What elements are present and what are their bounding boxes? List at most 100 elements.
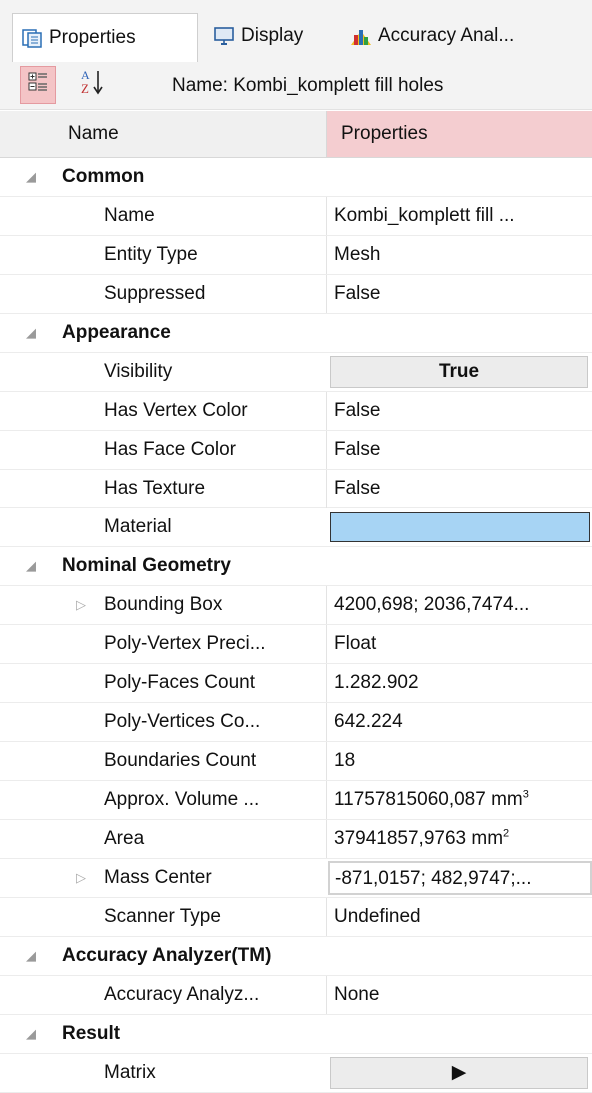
- property-name: Visibility: [104, 360, 173, 382]
- header-name[interactable]: Name: [68, 111, 119, 157]
- property-value[interactable]: Undefined: [326, 897, 592, 936]
- grid-header: Name Properties: [0, 111, 592, 158]
- property-name: Poly-Vertex Preci...: [104, 633, 266, 655]
- categorized-view-button[interactable]: [20, 66, 56, 104]
- selected-entity-name: Name: Kombi_komplett fill holes: [172, 75, 444, 96]
- tab-properties[interactable]: Properties: [12, 13, 198, 62]
- category-label: Common: [62, 166, 145, 187]
- property-name: Approx. Volume ...: [104, 789, 260, 810]
- tab-display[interactable]: Display: [205, 13, 311, 58]
- toolbar: AZ Name: Kombi_komplett fill holes: [0, 62, 592, 110]
- property-name: Has Vertex Color: [104, 399, 248, 421]
- property-name: Scanner Type: [104, 905, 221, 927]
- property-value[interactable]: 37941857,9763 mm2: [326, 819, 592, 858]
- svg-text:A: A: [81, 68, 90, 82]
- category-appearance[interactable]: ◢ Appearance: [0, 314, 592, 353]
- collapse-icon[interactable]: ◢: [26, 158, 36, 196]
- category-common[interactable]: ◢ Common: [0, 158, 592, 197]
- property-row-scanner-type[interactable]: Scanner Type Undefined: [0, 897, 592, 937]
- property-name: Poly-Faces Count: [104, 672, 256, 694]
- property-value[interactable]: False: [326, 274, 592, 313]
- property-name: Matrix: [104, 1061, 156, 1083]
- property-row-has-face-color[interactable]: Has Face Color False: [0, 430, 592, 470]
- property-name: Has Texture: [104, 477, 206, 499]
- property-name: Area: [104, 827, 145, 849]
- bar-chart-icon: [350, 25, 372, 47]
- property-value[interactable]: 11757815060,087 mm3: [326, 781, 592, 819]
- property-row-entity-type[interactable]: Entity Type Mesh: [0, 235, 592, 275]
- property-row-accuracy-analyzer[interactable]: Accuracy Analyz... None: [0, 975, 592, 1015]
- unit-exponent: 3: [522, 788, 529, 801]
- property-row-poly-vertices-count[interactable]: Poly-Vertices Co... 642.224: [0, 703, 592, 743]
- volume-value: 11757815060,087 mm: [334, 789, 523, 810]
- property-row-area[interactable]: Area 37941857,9763 mm2: [0, 819, 592, 859]
- tab-properties-label: Properties: [49, 27, 136, 48]
- property-row-poly-faces-count[interactable]: Poly-Faces Count 1.282.902: [0, 664, 592, 704]
- property-row-bounding-box[interactable]: ▷ Bounding Box 4200,698; 2036,7474...: [0, 586, 592, 626]
- property-value[interactable]: Float: [326, 625, 592, 664]
- sort-alphabetical-button[interactable]: AZ: [74, 66, 110, 104]
- property-row-poly-vertex-precision[interactable]: Poly-Vertex Preci... Float: [0, 625, 592, 665]
- tab-accuracy-analyzer-label: Accuracy Anal...: [378, 24, 515, 46]
- matrix-play-button[interactable]: ▶: [330, 1056, 588, 1089]
- sort-az-icon: AZ: [79, 67, 105, 103]
- property-row-visibility[interactable]: Visibility True: [0, 353, 592, 392]
- collapse-icon[interactable]: ◢: [26, 937, 36, 975]
- property-row-material[interactable]: Material: [0, 508, 592, 548]
- tab-display-label: Display: [241, 24, 304, 46]
- property-value[interactable]: 642.224: [326, 703, 592, 742]
- property-value[interactable]: False: [326, 391, 592, 430]
- panel-tab-bar: Properties Display Accuracy Anal...: [0, 0, 592, 62]
- monitor-icon: [213, 25, 235, 47]
- property-row-mass-center[interactable]: ▷ Mass Center -871,0157; 482,9747;...: [0, 859, 592, 898]
- header-properties[interactable]: Properties: [326, 111, 592, 157]
- property-value[interactable]: False: [326, 430, 592, 469]
- material-color-swatch[interactable]: [330, 512, 590, 543]
- property-value[interactable]: 4200,698; 2036,7474...: [326, 586, 592, 625]
- svg-text:Z: Z: [81, 81, 89, 96]
- category-label: Result: [62, 1022, 121, 1044]
- property-row-matrix[interactable]: Matrix ▶: [0, 1054, 592, 1093]
- unit-exponent: 2: [503, 827, 510, 840]
- property-name: Name: [104, 204, 155, 226]
- category-accuracy-analyzer[interactable]: ◢ Accuracy Analyzer(TM): [0, 937, 592, 976]
- expand-icon[interactable]: ▷: [76, 859, 86, 897]
- property-row-has-texture[interactable]: Has Texture False: [0, 469, 592, 509]
- category-result[interactable]: ◢ Result: [0, 1015, 592, 1054]
- property-value[interactable]: Kombi_komplett fill ...: [326, 196, 592, 235]
- property-name: Boundaries Count: [104, 750, 257, 772]
- collapse-icon[interactable]: ◢: [26, 1015, 36, 1053]
- expand-icon[interactable]: ▷: [76, 586, 86, 624]
- category-label: Appearance: [62, 321, 171, 343]
- property-name: Has Face Color: [104, 438, 236, 460]
- property-name: Material: [104, 516, 172, 538]
- property-name: Entity Type: [104, 243, 198, 265]
- property-row-suppressed[interactable]: Suppressed False: [0, 274, 592, 314]
- property-name: Suppressed: [104, 282, 206, 304]
- category-label: Accuracy Analyzer(TM): [62, 944, 272, 966]
- category-label: Nominal Geometry: [62, 555, 231, 577]
- property-row-approx-volume[interactable]: Approx. Volume ... 11757815060,087 mm3: [0, 781, 592, 820]
- property-value-selected[interactable]: -871,0157; 482,9747;...: [328, 860, 592, 895]
- property-row-has-vertex-color[interactable]: Has Vertex Color False: [0, 391, 592, 431]
- property-value[interactable]: 18: [326, 742, 592, 781]
- categorized-view-icon: [27, 71, 49, 99]
- property-grid: ◢ Common Name Kombi_komplett fill ... En…: [0, 158, 592, 1093]
- property-name: Accuracy Analyz...: [104, 983, 260, 1005]
- properties-icon: [21, 27, 43, 49]
- tab-accuracy-analyzer[interactable]: Accuracy Anal...: [342, 13, 522, 58]
- collapse-icon[interactable]: ◢: [26, 547, 36, 585]
- category-nominal-geometry[interactable]: ◢ Nominal Geometry: [0, 547, 592, 587]
- property-row-boundaries-count[interactable]: Boundaries Count 18: [0, 742, 592, 781]
- property-value[interactable]: False: [326, 469, 592, 508]
- property-name: Mass Center: [104, 866, 212, 888]
- visibility-toggle-button[interactable]: True: [330, 355, 588, 388]
- property-name: Bounding Box: [104, 594, 223, 616]
- property-name: Poly-Vertices Co...: [104, 711, 261, 733]
- property-value[interactable]: 1.282.902: [326, 664, 592, 703]
- property-row-name[interactable]: Name Kombi_komplett fill ...: [0, 196, 592, 236]
- property-value[interactable]: Mesh: [326, 235, 592, 274]
- property-value[interactable]: None: [326, 975, 592, 1014]
- area-value: 37941857,9763 mm: [334, 827, 504, 849]
- collapse-icon[interactable]: ◢: [26, 314, 36, 352]
